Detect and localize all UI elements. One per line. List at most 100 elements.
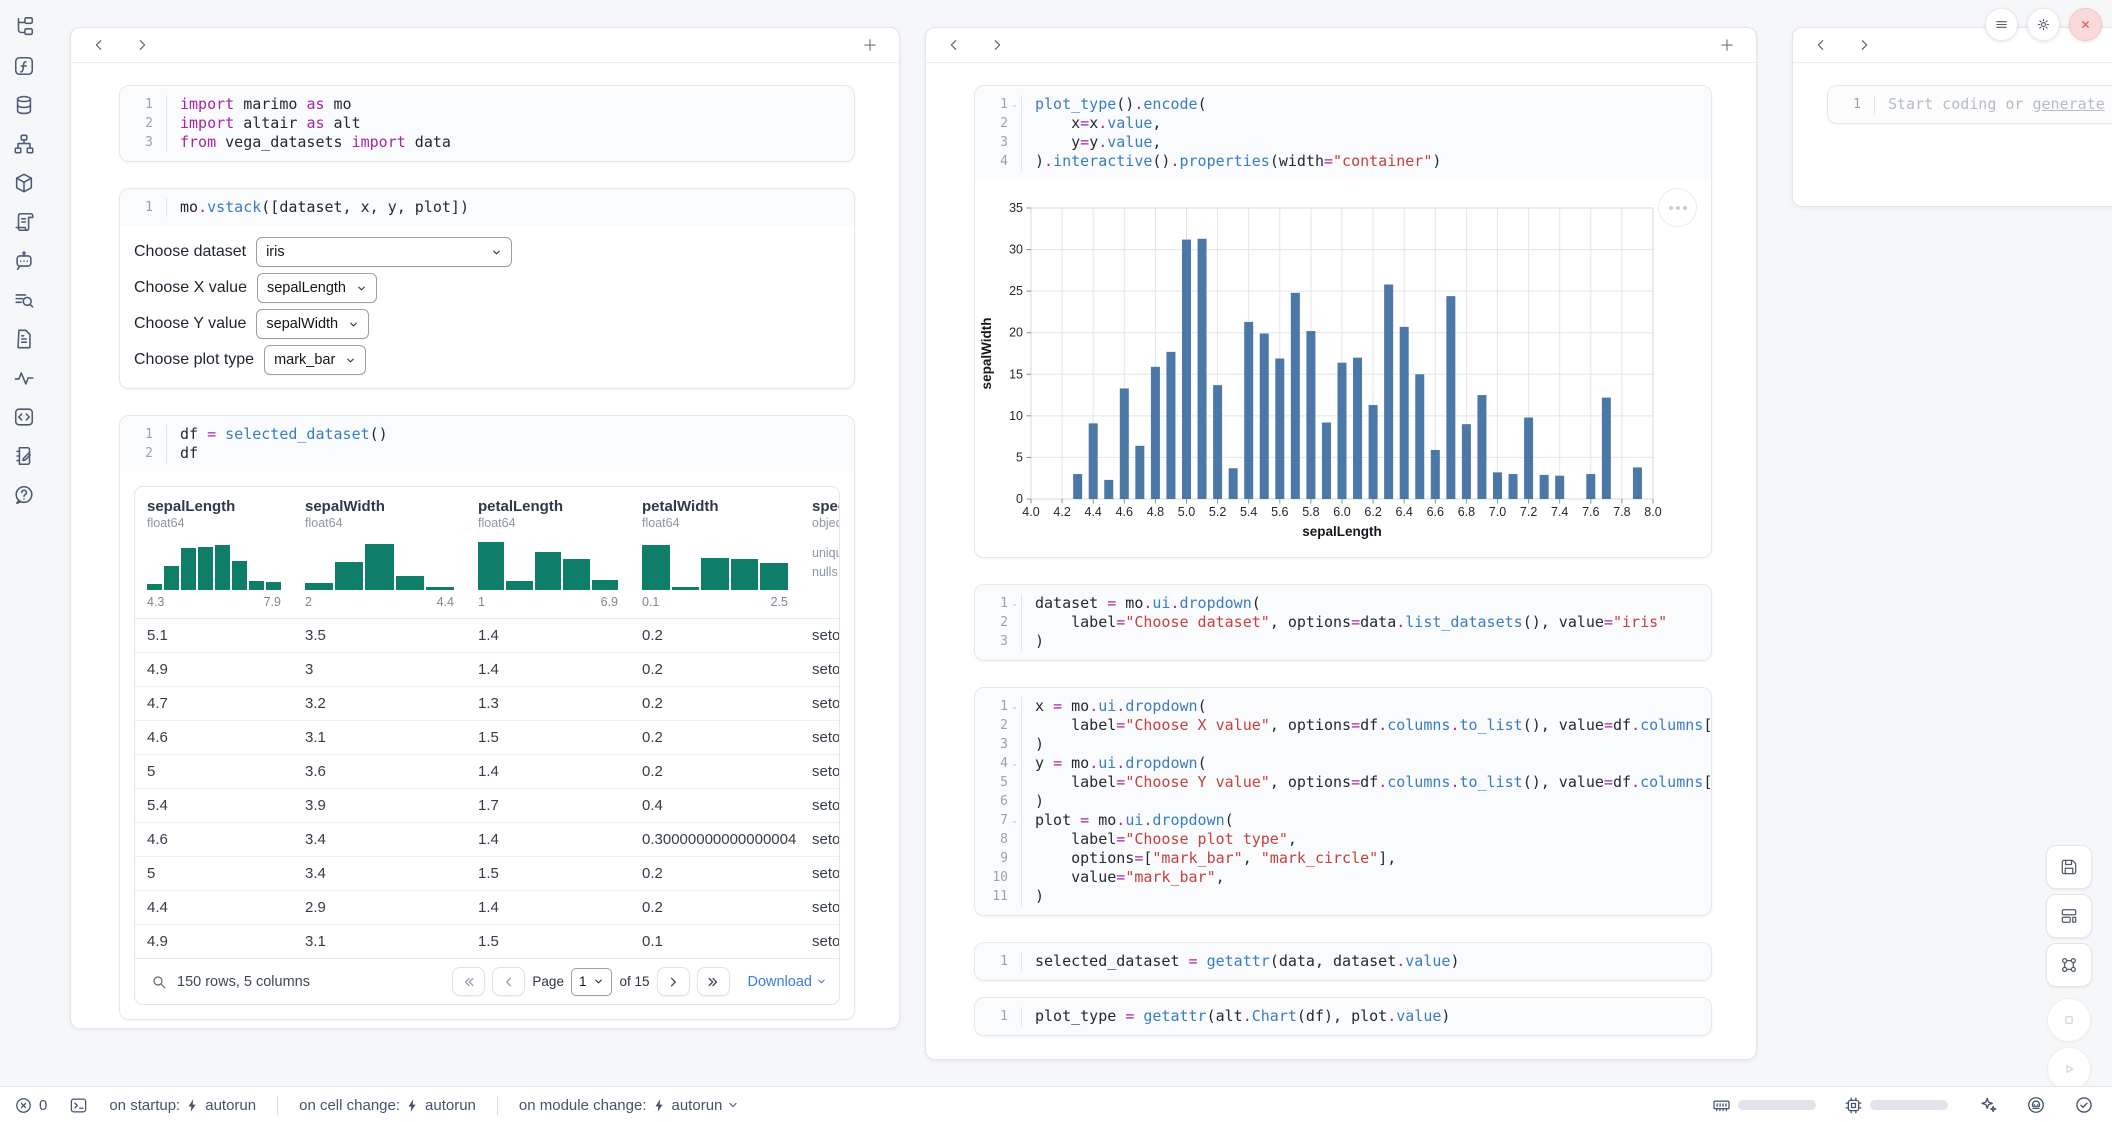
code-editor[interactable]: 1plot_type = getattr(alt.Chart(df), plot… xyxy=(975,998,1711,1035)
code-line: label="Choose plot type", xyxy=(1035,830,1711,849)
dropdown-plot-type[interactable]: mark_bar xyxy=(264,345,366,375)
layout-toggle-button[interactable] xyxy=(2046,894,2092,938)
save-button[interactable] xyxy=(2046,845,2092,889)
variables-icon[interactable] xyxy=(13,133,35,155)
previous-page-button[interactable] xyxy=(492,967,525,996)
table-cell: 0.1 xyxy=(630,925,800,959)
histogram-max: 4.4 xyxy=(437,595,454,609)
fold-chevron-icon[interactable]: ⌄ xyxy=(1008,594,1021,613)
code-editor[interactable]: 1⌄234⌄567⌄891011x = mo.ui.dropdown( labe… xyxy=(975,688,1711,915)
line-number-gutter: 123 xyxy=(120,95,166,152)
menu-button[interactable] xyxy=(1985,8,2018,41)
code-line: df xyxy=(180,444,854,463)
code-editor[interactable]: 1selected_dataset = getattr(data, datase… xyxy=(975,943,1711,980)
chevron-left-icon[interactable] xyxy=(946,37,962,53)
bar xyxy=(1306,331,1315,499)
column-header-petalLength[interactable]: petalLengthfloat6416.9 xyxy=(466,487,630,619)
chevron-right-icon[interactable] xyxy=(134,37,150,53)
fold-chevron-icon[interactable]: ⌄ xyxy=(1008,754,1021,773)
column-header-petalWidth[interactable]: petalWidthfloat640.12.5 xyxy=(630,487,800,619)
svg-text:5: 5 xyxy=(1016,450,1023,464)
function-square-icon[interactable] xyxy=(13,55,35,77)
assistant-robot-icon[interactable] xyxy=(2026,1095,2046,1115)
table-row: 53.41.50.2setosa xyxy=(135,857,839,891)
bar xyxy=(1477,395,1486,499)
line-number: 5 xyxy=(1000,775,1008,790)
ai-sparkles-icon[interactable] xyxy=(1978,1095,1998,1115)
dropdown-label: Choose Y value xyxy=(134,315,246,333)
outline-search-icon[interactable] xyxy=(13,289,35,311)
activity-icon[interactable] xyxy=(13,367,35,389)
download-link[interactable]: Download xyxy=(748,974,828,990)
document-icon[interactable] xyxy=(13,328,35,350)
separator xyxy=(497,1096,498,1115)
fold-chevron-icon[interactable]: ⌄ xyxy=(1008,811,1021,830)
chevron-right-icon[interactable] xyxy=(989,37,1005,53)
page-select[interactable]: 1 xyxy=(571,968,613,996)
code-editor[interactable]: 1 Start coding or generate with xyxy=(1828,86,2112,123)
next-page-button[interactable] xyxy=(657,967,690,996)
code-editor[interactable]: 12df = selected_dataset()df xyxy=(120,416,854,472)
terminal-icon[interactable] xyxy=(69,1096,88,1115)
first-page-button[interactable] xyxy=(452,967,485,996)
code-editor[interactable]: 123import marimo as moimport altair as a… xyxy=(120,86,854,161)
add-cell-button[interactable] xyxy=(1718,36,1736,54)
run-button[interactable] xyxy=(2047,1047,2091,1091)
generate-link[interactable]: generate xyxy=(2033,95,2105,113)
chevron-right-icon[interactable] xyxy=(1856,37,1872,53)
last-page-button[interactable] xyxy=(697,967,730,996)
svg-text:7.0: 7.0 xyxy=(1489,505,1506,519)
database-icon[interactable] xyxy=(13,94,35,116)
code-editor[interactable]: 1⌄234plot_type().encode( x=x.value, y=y.… xyxy=(975,86,1711,180)
autorun-setting-1[interactable]: on cell change:autorun xyxy=(299,1097,476,1114)
close-panel-button[interactable] xyxy=(2069,8,2102,41)
histogram-bar xyxy=(506,581,532,590)
file-tree-icon[interactable] xyxy=(13,16,35,38)
play-icon xyxy=(2059,1059,2079,1079)
search-icon[interactable] xyxy=(151,974,167,990)
editor-placeholder: Start coding or generate with xyxy=(1888,95,2112,114)
bar xyxy=(1446,296,1455,499)
script-icon[interactable] xyxy=(13,211,35,233)
cpu-icon xyxy=(1844,1096,1863,1115)
package-icon[interactable] xyxy=(13,172,35,194)
line-number: 1 xyxy=(1000,97,1008,112)
column-header-sepalWidth[interactable]: sepalWidthfloat6424.4 xyxy=(293,487,466,619)
chat-bot-icon[interactable] xyxy=(13,250,35,272)
dropdown-y-value[interactable]: sepalWidth xyxy=(256,309,369,339)
fold-chevron-icon[interactable]: ⌄ xyxy=(1008,95,1021,114)
status-left: 0 on startup:autorunon cell change:autor… xyxy=(0,1096,739,1115)
chevron-left-icon[interactable] xyxy=(91,37,107,53)
code-cell-dataset-dropdown: 1⌄23dataset = mo.ui.dropdown( label="Cho… xyxy=(974,584,1712,661)
keyboard-shortcuts-button[interactable] xyxy=(2046,943,2092,987)
code-block-icon[interactable] xyxy=(13,406,35,428)
autorun-label: on cell change: xyxy=(299,1097,400,1114)
code-line: mo.vstack([dataset, x, y, plot]) xyxy=(180,198,854,217)
code-editor[interactable]: 1⌄23dataset = mo.ui.dropdown( label="Cho… xyxy=(975,585,1711,660)
fold-chevron-icon[interactable]: ⌄ xyxy=(1008,697,1021,716)
table-cell: 4.9 xyxy=(135,653,293,687)
errors-icon[interactable] xyxy=(14,1096,33,1115)
svg-text:7.6: 7.6 xyxy=(1582,505,1599,519)
dropdown-dataset[interactable]: iris xyxy=(256,237,512,267)
column-header-species[interactable]: speciesobjectunique:nulls: xyxy=(800,487,839,619)
chart-actions-button[interactable] xyxy=(1658,188,1697,227)
chart-output[interactable]: 4.04.24.44.64.85.05.25.45.65.86.06.26.46… xyxy=(975,180,1711,557)
autorun-setting-0[interactable]: on startup:autorun xyxy=(109,1097,256,1114)
code-editor[interactable]: 1mo.vstack([dataset, x, y, plot]) xyxy=(120,189,854,226)
autorun-setting-2[interactable]: on module change:autorun xyxy=(519,1097,739,1114)
add-cell-button[interactable] xyxy=(861,36,879,54)
settings-button[interactable] xyxy=(2027,8,2060,41)
download-label: Download xyxy=(748,974,813,990)
column-header-sepalLength[interactable]: sepalLengthfloat644.37.9 xyxy=(135,487,293,619)
svg-text:6.2: 6.2 xyxy=(1364,505,1381,519)
connection-status-icon[interactable] xyxy=(2074,1095,2094,1115)
autorun-label: on startup: xyxy=(109,1097,180,1114)
help-icon[interactable] xyxy=(13,484,35,506)
column-name: petalLength xyxy=(478,498,618,515)
dropdown-x-value[interactable]: sepalLength xyxy=(257,273,377,303)
stop-button[interactable] xyxy=(2047,998,2091,1042)
bar xyxy=(1244,322,1253,499)
scratchpad-icon[interactable] xyxy=(13,445,35,467)
chevron-left-icon[interactable] xyxy=(1813,37,1829,53)
